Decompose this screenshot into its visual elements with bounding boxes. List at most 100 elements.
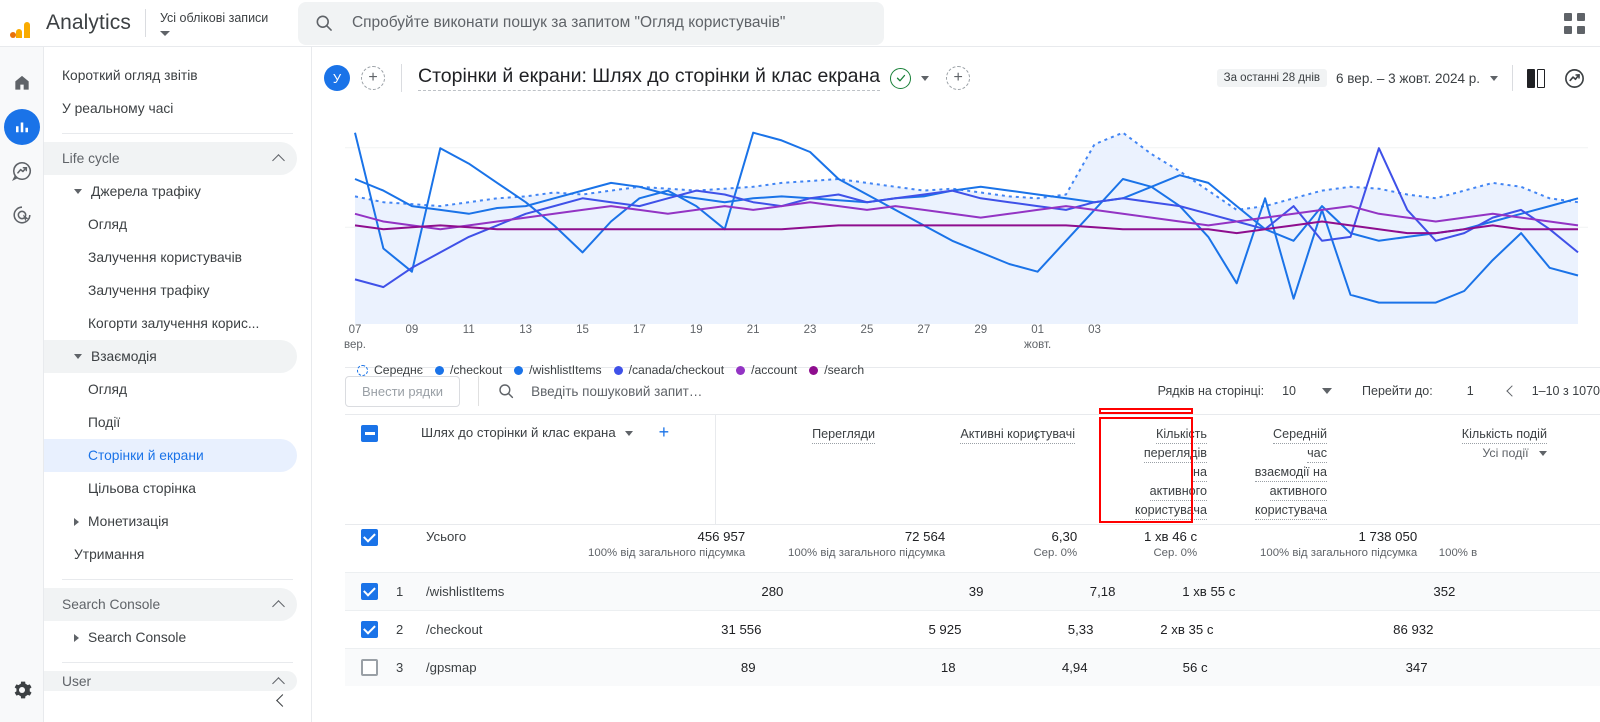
row-cell: 89 <box>740 660 756 675</box>
rail-item-admin[interactable] <box>0 672 44 708</box>
row-index: 1 <box>396 584 404 599</box>
sidebar-group-user[interactable]: User <box>44 671 297 691</box>
chevron-down-icon[interactable] <box>1490 75 1498 81</box>
sidebar-group-label: Life cycle <box>62 151 120 166</box>
column-header-active-users[interactable]: Активні користувачі <box>875 415 1075 524</box>
legend-color-dot <box>357 364 368 376</box>
rail-item-home[interactable] <box>0 61 44 105</box>
sidebar-item-user-acquisition-cohorts[interactable]: Когорти залучення корис... <box>44 307 297 340</box>
row-checkbox[interactable] <box>361 529 378 546</box>
table-search[interactable] <box>497 382 830 400</box>
column-header-avg-engagement-time[interactable]: Середній час взаємодії на активного кори… <box>1207 415 1327 524</box>
sidebar-item-landing-page[interactable]: Цільова сторінка <box>44 472 297 505</box>
table-search-input[interactable] <box>529 382 830 400</box>
x-tick-sublabel: жовт. <box>1024 339 1052 351</box>
goto-value[interactable]: 1 <box>1467 384 1474 398</box>
main-content: У + Сторінки й екрани: Шлях до сторінки … <box>313 47 1600 722</box>
apps-grid-icon[interactable] <box>1562 11 1586 35</box>
search-input[interactable] <box>349 13 868 33</box>
column-header-label: Кількість <box>1156 425 1207 444</box>
sort-descending-icon[interactable]: ↓ <box>1033 427 1040 443</box>
row-checkbox[interactable] <box>361 621 378 638</box>
insights-icon[interactable] <box>1563 67 1586 90</box>
row-label[interactable]: /checkout <box>426 622 482 637</box>
sidebar-item-label: У реальному часі <box>62 101 174 116</box>
sidebar-item-user-acquisition[interactable]: Залучення користувачів <box>44 241 297 274</box>
rail-item-explore[interactable] <box>0 149 44 193</box>
total-cell-value: 72 564 <box>904 529 946 544</box>
sidebar-group-label: User <box>62 673 92 689</box>
sidebar-group-life-cycle[interactable]: Life cycle <box>44 142 297 175</box>
sidebar-item-label: Монетизація <box>88 514 169 529</box>
validated-icon <box>890 67 912 89</box>
sidebar-item-label: Утримання <box>74 547 145 562</box>
table-row[interactable]: 1 /wishlistItems 280 39 7,18 1 хв 55 с 3… <box>345 414 1600 610</box>
sidebar-item-pages-and-screens[interactable]: Сторінки й екрани <box>44 439 297 472</box>
chevron-down-icon[interactable] <box>921 75 930 81</box>
sidebar-item-retention[interactable]: Утримання <box>44 538 297 571</box>
legend-item[interactable]: /search <box>809 363 864 377</box>
global-search[interactable] <box>297 1 884 45</box>
legend-item[interactable]: /canada/checkout <box>613 363 725 377</box>
sidebar-item-search-console[interactable]: Search Console <box>44 621 297 654</box>
sidebar-item-monetisation[interactable]: Монетизація <box>44 505 297 538</box>
legend-item[interactable]: /wishlistItems <box>514 363 602 377</box>
sidebar-item-label: Search Console <box>88 630 187 645</box>
legend-label: /canada/checkout <box>628 363 725 377</box>
x-tick-sublabel: вер. <box>344 339 366 351</box>
add-dimension-button[interactable]: + <box>659 423 670 441</box>
column-header-label: час <box>1307 444 1327 463</box>
sidebar-item-traffic-acquisition[interactable]: Залучення трафіку <box>44 274 297 307</box>
add-filter-button[interactable]: + <box>946 66 971 90</box>
rail-item-reports[interactable] <box>0 105 44 149</box>
column-header-label: користувача <box>1254 501 1327 520</box>
sidebar-group-search-console[interactable]: Search Console <box>44 588 297 621</box>
sidebar-collapse-button[interactable] <box>269 688 293 712</box>
sidebar-item-acquisition[interactable]: Джерела трафіку <box>44 175 297 208</box>
rows-per-page-select[interactable]: 10 <box>1282 384 1333 398</box>
column-header-sublabel[interactable]: Усі події <box>1327 446 1547 460</box>
sidebar-item-events[interactable]: Події <box>44 406 297 439</box>
x-tick-label: 25 <box>860 324 874 336</box>
legend-item[interactable]: /account <box>736 363 797 377</box>
row-cell: 2 хв 35 с <box>1160 622 1214 637</box>
table-row[interactable]: 3 /gpsmap 89 18 4,94 56 с 347 <box>345 414 1600 686</box>
trend-chart: 07 вер. 09 11 13 15 17 19 21 23 25 27 29 01 жовт. 03 Се… <box>344 109 1588 377</box>
page-range-label: 1–10 з 1070 <box>1531 384 1600 398</box>
legend-label: /search <box>824 363 865 377</box>
column-header-event-count[interactable]: Кількість подій Усі події <box>1327 415 1547 524</box>
column-header-views-per-active-user[interactable]: ↓ Кількість переглядів на активного кори… <box>1033 415 1207 524</box>
account-selector[interactable]: Усі облікові записи <box>159 11 280 36</box>
sidebar-item-engagement[interactable]: Взаємодія <box>44 340 297 373</box>
sidebar-item-reports-snapshot[interactable]: Короткий огляд звітів <box>44 59 297 92</box>
row-cell: 5,33 <box>1067 622 1094 637</box>
row-cell: 31 556 <box>721 622 762 637</box>
brand-title: Analytics <box>46 11 131 34</box>
avatar[interactable]: У <box>324 65 350 91</box>
legend-label: /account <box>751 363 798 377</box>
add-comparison-button[interactable]: + <box>361 66 385 90</box>
dimension-header-label[interactable]: Шлях до сторінки й клас екрана <box>421 425 616 440</box>
table-header-row: Шлях до сторінки й клас екрана + Перегля… <box>345 414 1600 525</box>
row-cell: 280 <box>761 584 784 599</box>
chevron-down-icon[interactable] <box>624 431 633 436</box>
column-header-label: Перегляди <box>812 425 875 444</box>
sidebar-item-acquisition-overview[interactable]: Огляд <box>44 208 297 241</box>
sidebar-item-engagement-overview[interactable]: Огляд <box>44 373 297 406</box>
comparison-icon[interactable] <box>1527 68 1545 88</box>
date-range-label[interactable]: 6 вер. – 3 жовт. 2024 р. <box>1336 71 1480 86</box>
select-all-checkbox[interactable] <box>361 425 378 442</box>
rail-item-advertising[interactable] <box>0 193 44 237</box>
row-label[interactable]: /gpsmap <box>426 660 477 675</box>
pagination-controls: Рядків на сторінці: 10 Перейти до: 1 1–1… <box>1158 384 1600 398</box>
legend-item[interactable]: Середнє <box>357 363 423 377</box>
x-tick-label: 07 <box>348 324 362 336</box>
table-row[interactable]: 2 /checkout 31 556 5 925 5,33 2 хв 35 с … <box>345 414 1600 648</box>
sidebar-item-realtime[interactable]: У реальному часі <box>44 92 297 125</box>
row-checkbox[interactable] <box>361 583 378 600</box>
column-header-views[interactable]: Перегляди <box>715 415 875 524</box>
row-label[interactable]: /wishlistItems <box>426 584 504 599</box>
previous-page-icon[interactable] <box>1506 385 1518 397</box>
legend-item[interactable]: /checkout <box>434 363 502 377</box>
row-checkbox[interactable] <box>361 659 378 676</box>
